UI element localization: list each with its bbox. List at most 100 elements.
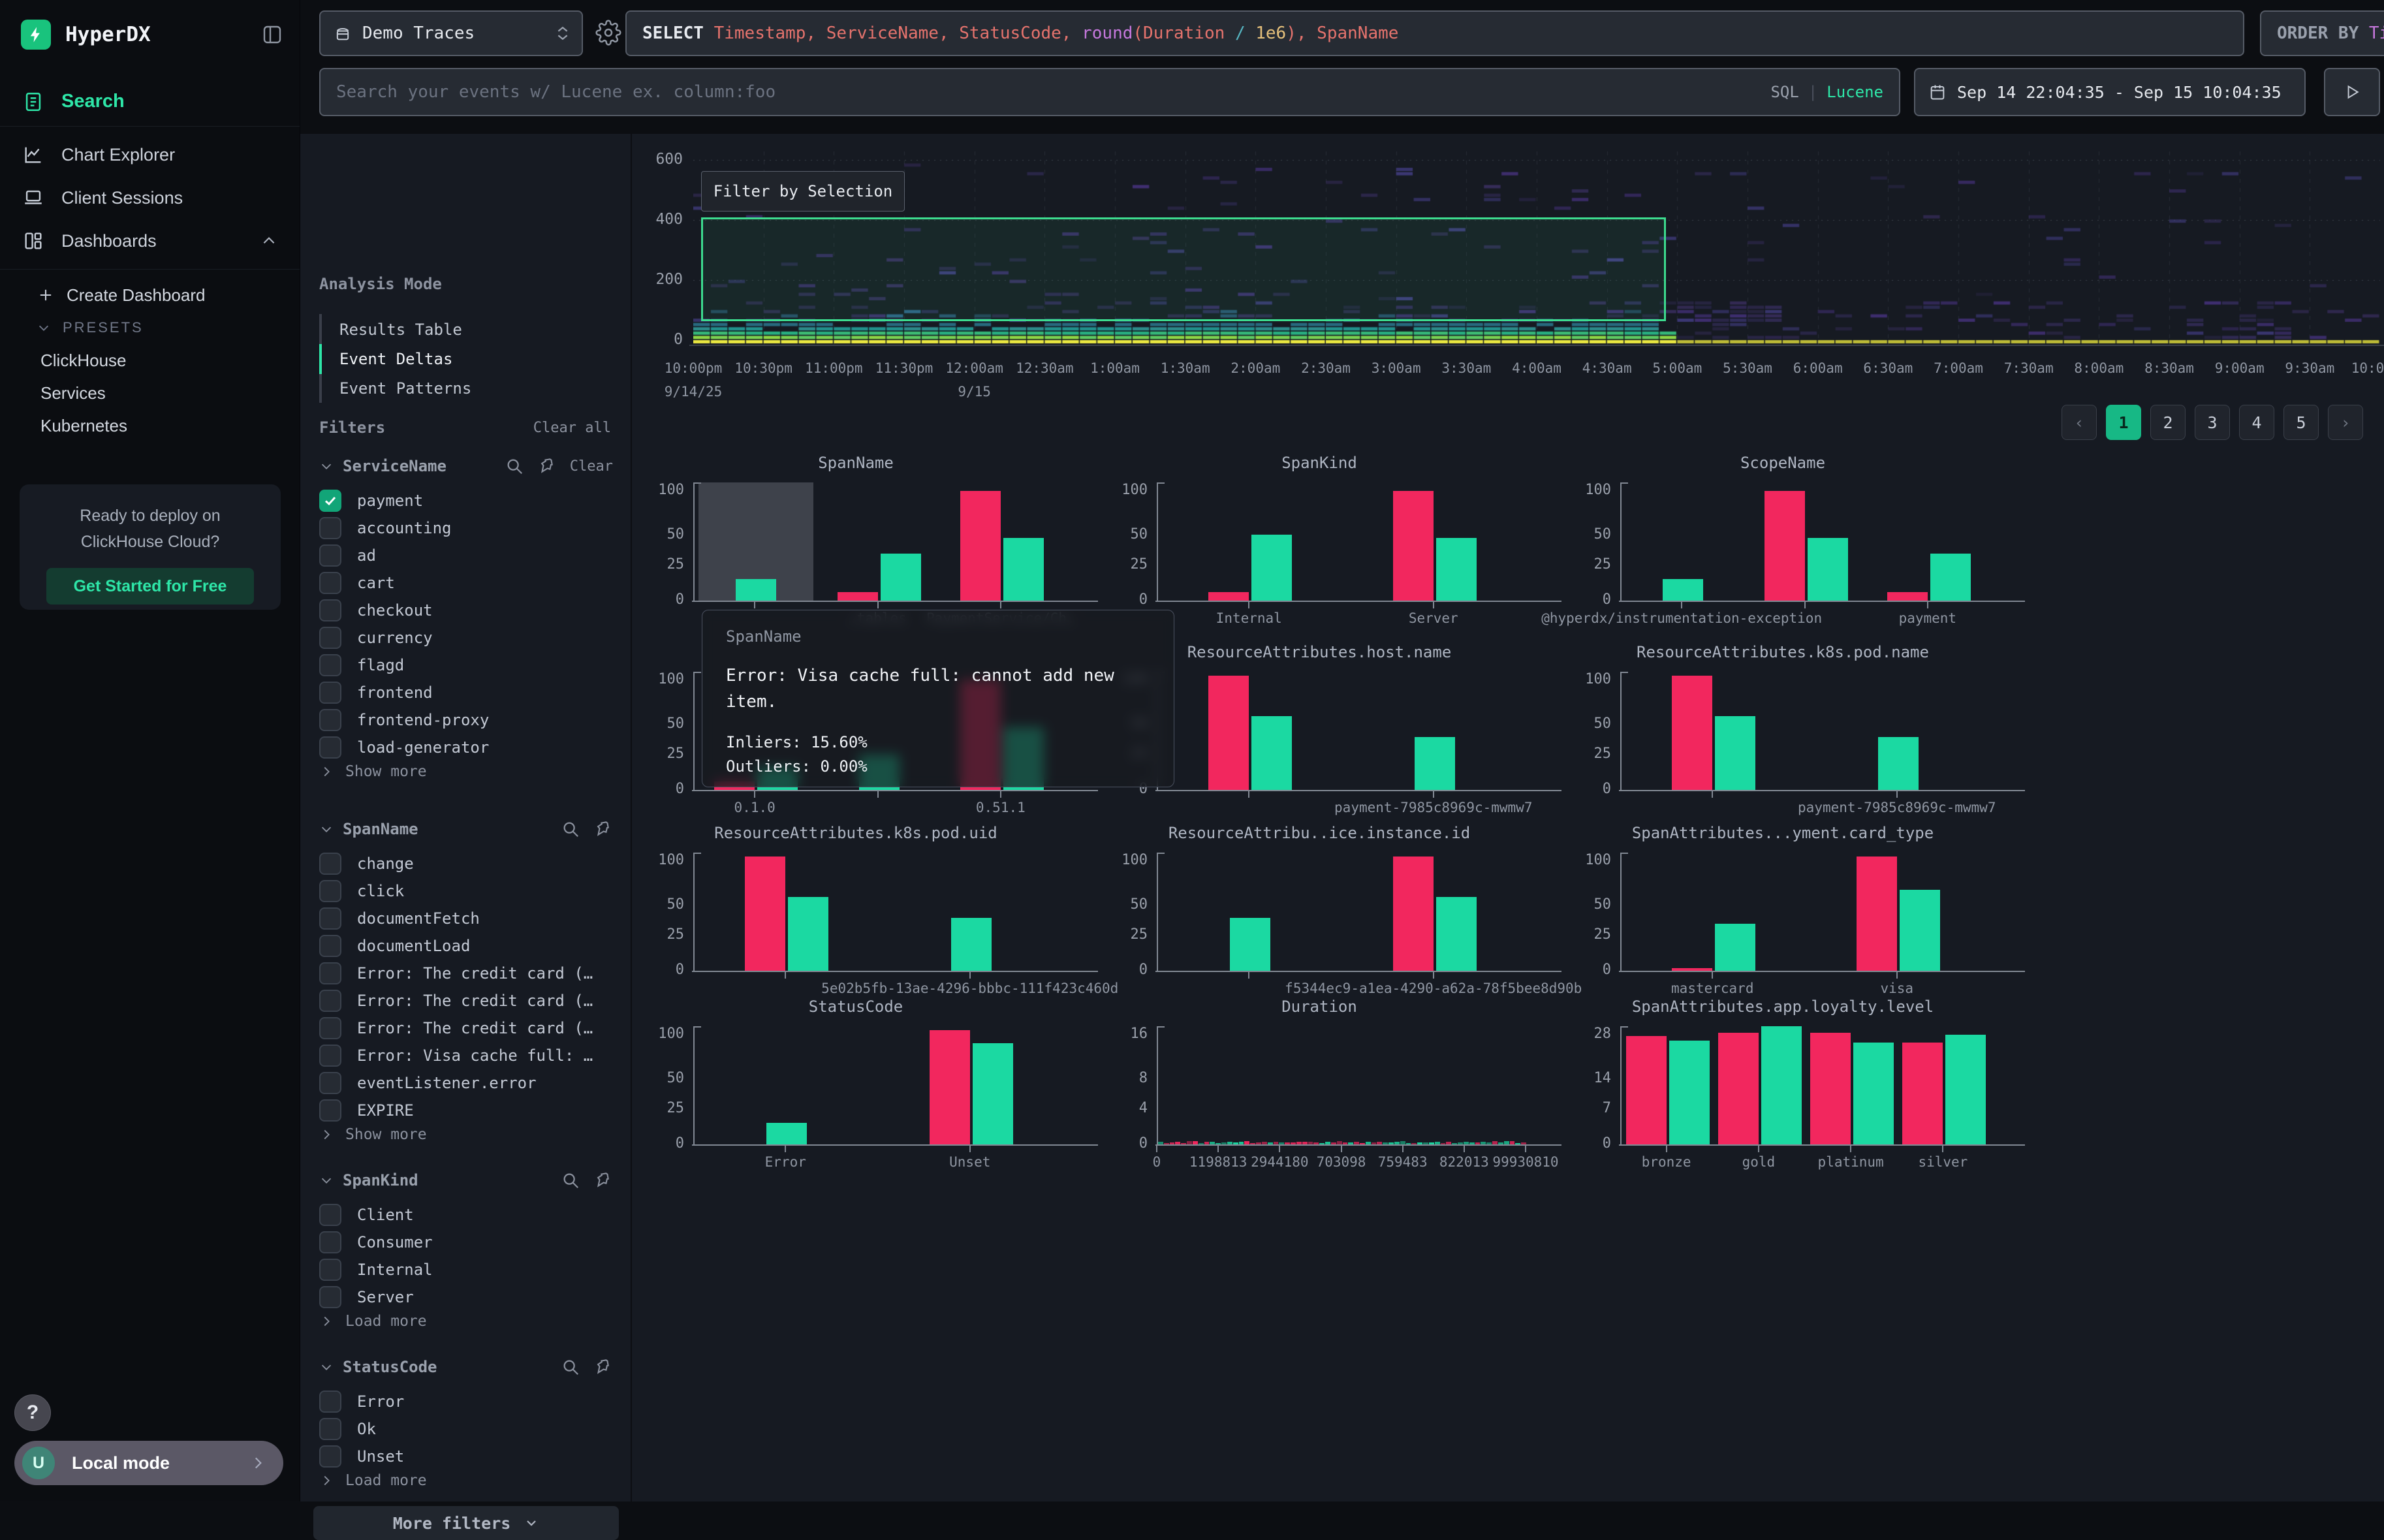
bar-inlier[interactable]: [951, 918, 992, 971]
filter-load-more[interactable]: Load more: [319, 1472, 427, 1489]
bar-inlier[interactable]: [1230, 918, 1270, 971]
chart-resourceattribu-ice-instance-id[interactable]: ResourceAttribu..ice.instance.id10050250…: [1088, 824, 1551, 998]
collapse-sidebar-icon[interactable]: [260, 23, 284, 46]
checkbox[interactable]: [319, 544, 341, 567]
order-by-input[interactable]: ORDER BY Timestamp DESC: [2260, 10, 2384, 56]
filter-checkbox-row[interactable]: Error: [319, 1389, 404, 1415]
local-mode-menu[interactable]: U Local mode: [14, 1441, 283, 1485]
bar-inlier[interactable]: [766, 1123, 807, 1144]
checkbox[interactable]: [319, 736, 341, 759]
checkbox[interactable]: [319, 1286, 341, 1308]
chevron-down-icon[interactable]: [319, 459, 334, 473]
filter-checkbox-row[interactable]: eventListener.error: [319, 1070, 537, 1096]
bar-outlier[interactable]: [1902, 1043, 1943, 1144]
pin-icon[interactable]: [593, 1171, 613, 1190]
chart-plot[interactable]: [693, 853, 1062, 971]
bar-outlier[interactable]: [838, 592, 878, 601]
filter-checkbox-row[interactable]: Ok: [319, 1416, 376, 1442]
bar-outlier[interactable]: [930, 1030, 970, 1144]
bar-inlier[interactable]: [1251, 535, 1292, 601]
bar-inlier[interactable]: [1715, 924, 1755, 971]
filter-checkbox-row[interactable]: ad: [319, 542, 376, 569]
bar-inlier[interactable]: [1945, 1035, 1986, 1144]
filter-checkbox-row[interactable]: currency: [319, 625, 433, 651]
filter-checkbox-row[interactable]: EXPIRE: [319, 1097, 414, 1124]
chevron-down-icon[interactable]: [319, 822, 334, 836]
pagination-page-4[interactable]: 4: [2239, 405, 2274, 440]
bar-inlier[interactable]: [1436, 538, 1477, 601]
heatmap-plot[interactable]: [693, 151, 2380, 345]
checkbox[interactable]: [319, 907, 341, 930]
pagination-page-1[interactable]: 1: [2106, 405, 2141, 440]
chart-resourceattributes-k8s-pod-name[interactable]: ResourceAttributes.k8s.pod.name10050250p…: [1551, 643, 2015, 817]
checkbox[interactable]: [319, 1204, 341, 1226]
chart-plot[interactable]: [1620, 482, 1989, 601]
checkbox[interactable]: [319, 962, 341, 984]
filter-checkbox-row[interactable]: checkout: [319, 597, 433, 623]
chart-spanattributes-app-loyalty-level[interactable]: SpanAttributes.app.loyalty.level281470br…: [1551, 998, 2015, 1171]
bar-inlier[interactable]: [1761, 1026, 1802, 1144]
bar-outlier[interactable]: [1857, 856, 1897, 971]
checkbox[interactable]: [319, 1045, 341, 1067]
analysis-mode-option-event-patterns[interactable]: Event Patterns: [339, 379, 471, 398]
bar-outlier[interactable]: [1887, 592, 1928, 601]
filter-checkbox-row[interactable]: Error: Visa cache full: …: [319, 1043, 593, 1069]
bar-inlier[interactable]: [1251, 716, 1292, 790]
checkbox[interactable]: [319, 935, 341, 957]
selection-rectangle[interactable]: [701, 217, 1666, 321]
pin-icon[interactable]: [537, 456, 557, 476]
filter-checkbox-row[interactable]: change: [319, 851, 414, 877]
search-icon[interactable]: [561, 1171, 580, 1190]
chart-plot[interactable]: [1620, 672, 1989, 790]
clear-all-button[interactable]: Clear all: [533, 420, 611, 436]
more-filters-button[interactable]: More filters: [313, 1506, 619, 1540]
analysis-mode-option-event-deltas[interactable]: Event Deltas: [339, 350, 452, 368]
bar-outlier[interactable]: [1393, 856, 1434, 971]
bar-outlier[interactable]: [1764, 491, 1805, 601]
chevron-up-icon[interactable]: [260, 232, 277, 249]
pagination-page-3[interactable]: 3: [2195, 405, 2230, 440]
sidebar-preset-kubernetes[interactable]: Kubernetes: [0, 409, 300, 442]
help-button[interactable]: ?: [14, 1394, 51, 1431]
checkbox[interactable]: [319, 853, 341, 875]
search-icon[interactable]: [561, 1357, 580, 1377]
checkbox[interactable]: [319, 709, 341, 731]
filter-checkbox-row[interactable]: Error: The credit card (…: [319, 1015, 593, 1041]
pagination-page-5[interactable]: 5: [2283, 405, 2319, 440]
bar-inlier[interactable]: [1930, 554, 1971, 601]
chevron-down-icon[interactable]: [319, 1360, 334, 1374]
bar-inlier[interactable]: [973, 1043, 1013, 1144]
checkbox[interactable]: [319, 1445, 341, 1468]
filter-by-selection-button[interactable]: Filter by Selection: [701, 171, 905, 212]
filter-checkbox-row[interactable]: frontend: [319, 680, 433, 706]
get-started-button[interactable]: Get Started for Free: [46, 568, 254, 605]
bar-outlier[interactable]: [1672, 676, 1712, 790]
select-clause-input[interactable]: SELECT Timestamp, ServiceName, StatusCod…: [625, 10, 2244, 56]
filter-checkbox-row[interactable]: click: [319, 878, 404, 904]
bar-outlier[interactable]: [1718, 1033, 1759, 1144]
checkbox[interactable]: [319, 1259, 341, 1281]
create-dashboard-button[interactable]: Create Dashboard: [0, 279, 300, 311]
filter-checkbox-row[interactable]: load-generator: [319, 734, 489, 761]
checkbox[interactable]: [319, 599, 341, 621]
chart-plot[interactable]: [1157, 853, 1526, 971]
chart-plot[interactable]: [1620, 853, 1989, 971]
checkbox[interactable]: [319, 1418, 341, 1440]
run-query-button[interactable]: [2324, 68, 2380, 116]
filter-load-more[interactable]: Load more: [319, 1313, 427, 1330]
chart-plot[interactable]: [1157, 1026, 1526, 1144]
chart-scopename[interactable]: ScopeName10050250@hyperdx/instrumentatio…: [1551, 454, 2015, 627]
bar-inlier[interactable]: [881, 554, 921, 601]
checkbox[interactable]: [319, 1391, 341, 1413]
bar-inlier[interactable]: [1853, 1043, 1894, 1144]
filter-checkbox-row[interactable]: accounting: [319, 515, 452, 541]
chart-statuscode[interactable]: StatusCode10050250ErrorUnset: [624, 998, 1088, 1171]
filter-checkbox-row[interactable]: Error: The credit card (…: [319, 988, 593, 1014]
filter-checkbox-row[interactable]: Consumer: [319, 1229, 433, 1255]
bar-outlier[interactable]: [1208, 676, 1249, 790]
filter-checkbox-row[interactable]: Client: [319, 1202, 414, 1228]
checkbox[interactable]: [319, 682, 341, 704]
presets-toggle[interactable]: PRESETS: [0, 311, 300, 344]
filter-checkbox-row[interactable]: Server: [319, 1284, 414, 1310]
query-language-toggle[interactable]: SQL | Lucene: [1770, 83, 1883, 101]
